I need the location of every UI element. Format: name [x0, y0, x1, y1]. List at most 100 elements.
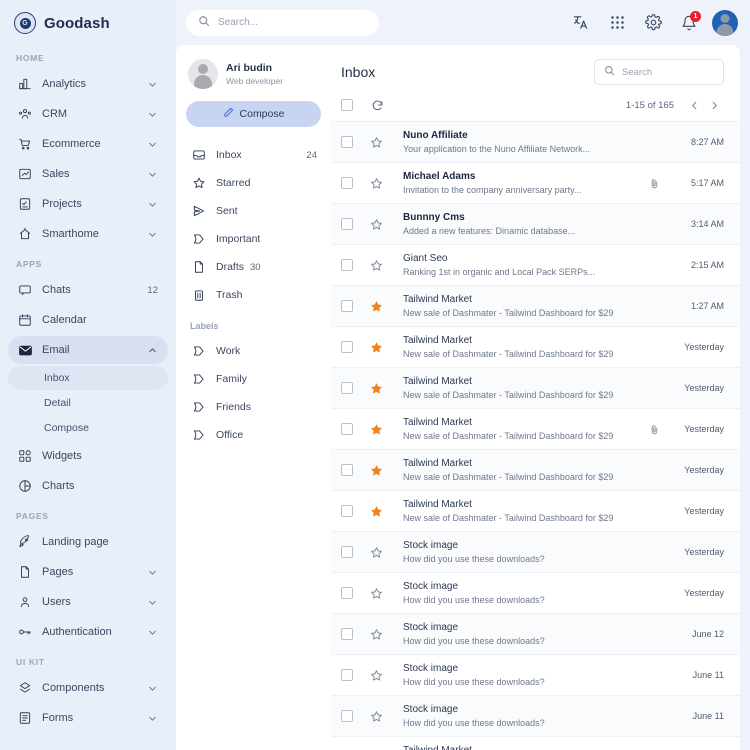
mail-folder-starred[interactable]: Starred: [184, 169, 323, 197]
mail-search-input[interactable]: [622, 66, 714, 78]
row-checkbox[interactable]: [341, 464, 353, 476]
mail-label-family[interactable]: Family: [184, 365, 323, 393]
compose-button[interactable]: Compose: [186, 101, 321, 127]
table-row[interactable]: Nuno Affiliate Your application to the Nu…: [331, 122, 740, 163]
mail-label-work[interactable]: Work: [184, 337, 323, 365]
global-search[interactable]: [186, 9, 379, 36]
sidebar-item-chats[interactable]: Chats 12: [8, 276, 168, 304]
star-outline-icon[interactable]: [370, 587, 386, 600]
translate-icon[interactable]: [568, 10, 594, 36]
row-checkbox[interactable]: [341, 628, 353, 640]
star-filled-icon[interactable]: [370, 300, 386, 313]
chevron-down-icon[interactable]: [147, 713, 158, 724]
row-checkbox[interactable]: [341, 136, 353, 148]
row-checkbox[interactable]: [341, 218, 353, 230]
row-checkbox[interactable]: [341, 546, 353, 558]
chevron-down-icon[interactable]: [147, 229, 158, 240]
table-row[interactable]: Giant Seo Ranking 1st in organic and Loca…: [331, 245, 740, 286]
table-row[interactable]: Tailwind MarketNew sale of Dashmater - T…: [331, 286, 740, 327]
star-filled-icon[interactable]: [370, 382, 386, 395]
row-checkbox[interactable]: [341, 259, 353, 271]
star-filled-icon[interactable]: [370, 423, 386, 436]
sidebar-item-projects[interactable]: Projects: [8, 190, 168, 218]
row-checkbox[interactable]: [341, 505, 353, 517]
search-input[interactable]: [218, 17, 367, 28]
star-outline-icon[interactable]: [370, 218, 386, 231]
sidebar-item-pages[interactable]: Pages: [8, 558, 168, 586]
mail-folder-trash[interactable]: Trash: [184, 281, 323, 309]
table-row[interactable]: Tailwind MarketNew sale of Dashmater - T…: [331, 327, 740, 368]
star-outline-icon[interactable]: [370, 136, 386, 149]
sidebar-subitem-compose[interactable]: Compose: [8, 416, 168, 440]
star-outline-icon[interactable]: [370, 259, 386, 272]
sidebar-item-sales[interactable]: Sales: [8, 160, 168, 188]
row-checkbox[interactable]: [341, 710, 353, 722]
sidebar-item-users[interactable]: Users: [8, 588, 168, 616]
row-checkbox[interactable]: [341, 587, 353, 599]
row-checkbox[interactable]: [341, 382, 353, 394]
row-checkbox[interactable]: [341, 423, 353, 435]
mail-profile[interactable]: Ari budin Web developer: [184, 57, 323, 101]
sidebar-item-calendar[interactable]: Calendar: [8, 306, 168, 334]
table-row[interactable]: Stock image How did you use these downloa…: [331, 573, 740, 614]
chevron-down-icon[interactable]: [147, 627, 158, 638]
chevron-down-icon[interactable]: [147, 169, 158, 180]
sidebar-item-components[interactable]: Components: [8, 674, 168, 702]
chevron-left-icon[interactable]: [684, 95, 704, 115]
bell-icon[interactable]: 1: [676, 10, 702, 36]
sidebar-item-analytics[interactable]: Analytics: [8, 70, 168, 98]
sidebar-item-crm[interactable]: CRM: [8, 100, 168, 128]
sidebar-subitem-inbox[interactable]: Inbox: [8, 366, 168, 390]
star-filled-icon[interactable]: [370, 341, 386, 354]
star-outline-icon[interactable]: [370, 546, 386, 559]
star-filled-icon[interactable]: [370, 464, 386, 477]
mail-folder-inbox[interactable]: Inbox 24: [184, 141, 323, 169]
star-outline-icon[interactable]: [370, 177, 386, 190]
sidebar-item-smarthome[interactable]: Smarthome: [8, 220, 168, 248]
chevron-down-icon[interactable]: [147, 683, 158, 694]
table-row[interactable]: Tailwind MarketNew sale of Dashmater - T…: [331, 737, 740, 750]
sidebar-item-authentication[interactable]: Authentication: [8, 618, 168, 646]
table-row[interactable]: Michael Adams Invitation to the company a…: [331, 163, 740, 204]
brand[interactable]: G Goodash: [0, 0, 176, 44]
star-filled-icon[interactable]: [370, 505, 386, 518]
table-row[interactable]: Stock image How did you use these downloa…: [331, 614, 740, 655]
chevron-down-icon[interactable]: [147, 597, 158, 608]
table-row[interactable]: Tailwind MarketNew sale of Dashmater - T…: [331, 368, 740, 409]
star-outline-icon[interactable]: [370, 628, 386, 641]
chevron-down-icon[interactable]: [147, 567, 158, 578]
table-row[interactable]: Tailwind MarketNew sale of Dashmater - T…: [331, 450, 740, 491]
chevron-right-icon[interactable]: [704, 95, 724, 115]
mail-search[interactable]: [594, 59, 724, 85]
table-row[interactable]: Tailwind MarketNew sale of Dashmater - T…: [331, 491, 740, 532]
chevron-down-icon[interactable]: [147, 79, 158, 90]
row-checkbox[interactable]: [341, 300, 353, 312]
row-checkbox[interactable]: [341, 669, 353, 681]
mail-folder-sent[interactable]: Sent: [184, 197, 323, 225]
sidebar-item-landing-page[interactable]: Landing page: [8, 528, 168, 556]
refresh-icon[interactable]: [371, 99, 384, 112]
sidebar-item-forms[interactable]: Forms: [8, 704, 168, 732]
sidebar-item-ecommerce[interactable]: Ecommerce: [8, 130, 168, 158]
table-row[interactable]: Stock image How did you use these downloa…: [331, 532, 740, 573]
table-row[interactable]: Stock image How did you use these downloa…: [331, 696, 740, 737]
chevron-up-icon[interactable]: [147, 345, 158, 356]
star-outline-icon[interactable]: [370, 669, 386, 682]
mail-label-friends[interactable]: Friends: [184, 393, 323, 421]
chevron-down-icon[interactable]: [147, 199, 158, 210]
chevron-down-icon[interactable]: [147, 139, 158, 150]
table-row[interactable]: Bunnny Cms Added a new features: Dinamic …: [331, 204, 740, 245]
table-row[interactable]: Tailwind MarketNew sale of Dashmater - T…: [331, 409, 740, 450]
chevron-down-icon[interactable]: [147, 109, 158, 120]
gear-icon[interactable]: [640, 10, 666, 36]
mail-folder-drafts[interactable]: Drafts 30: [184, 253, 323, 281]
sidebar-subitem-detail[interactable]: Detail: [8, 391, 168, 415]
row-checkbox[interactable]: [341, 341, 353, 353]
sidebar-item-charts[interactable]: Charts: [8, 472, 168, 500]
user-avatar[interactable]: [712, 9, 738, 36]
table-row[interactable]: Stock image How did you use these downloa…: [331, 655, 740, 696]
sidebar-item-widgets[interactable]: Widgets: [8, 442, 168, 470]
mail-folder-important[interactable]: Important: [184, 225, 323, 253]
star-outline-icon[interactable]: [370, 710, 386, 723]
mail-label-office[interactable]: Office: [184, 421, 323, 449]
